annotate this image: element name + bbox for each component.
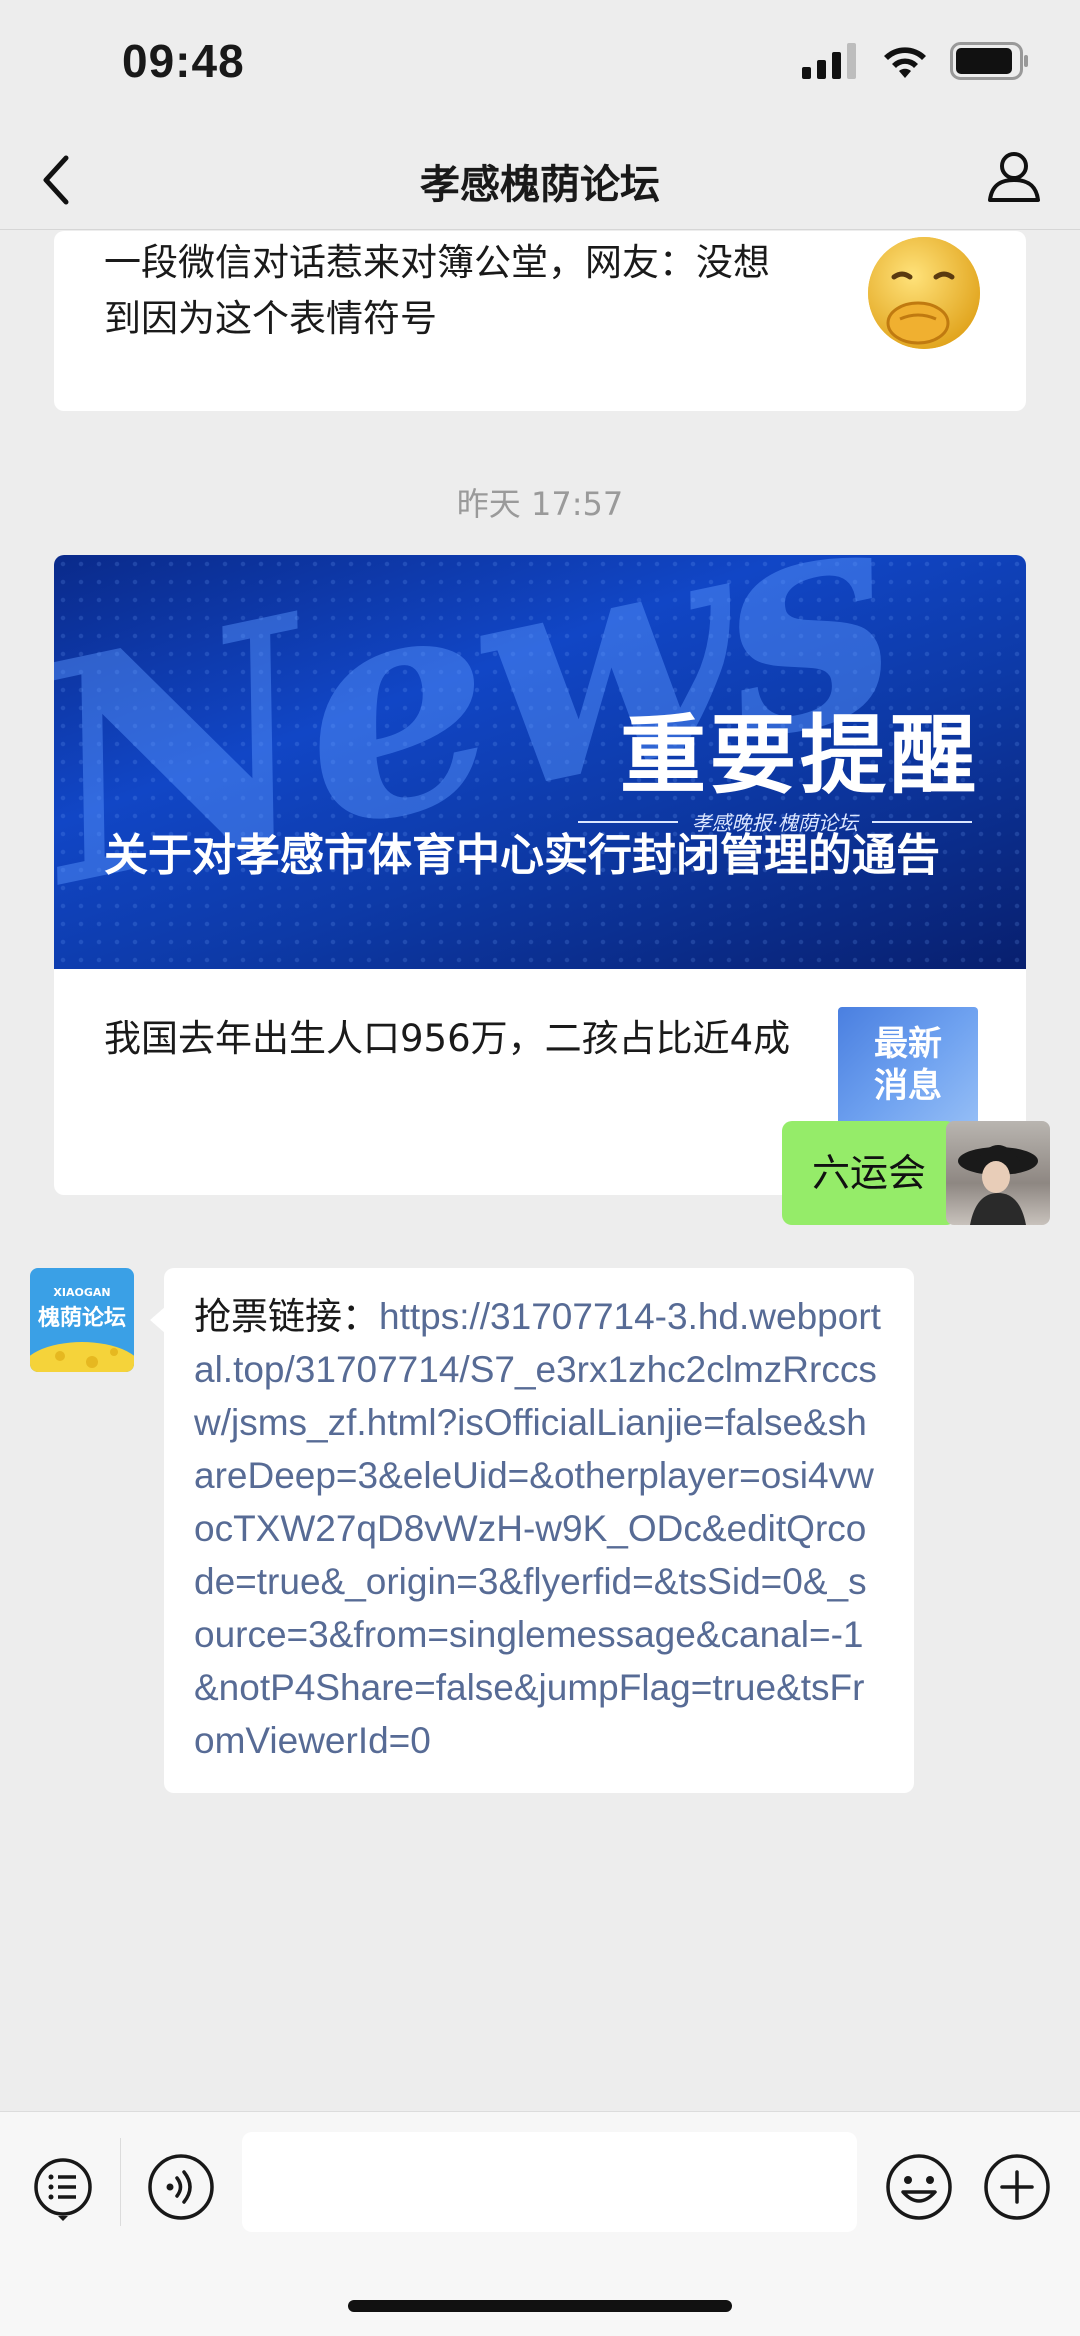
- avatar-top-text: XIAOGAN: [53, 1286, 111, 1299]
- cellular-signal-icon: [802, 43, 856, 79]
- article-headline: 一段微信对话惹来对簿公堂，网友：没想到因为这个表情符号: [104, 241, 770, 340]
- chat-title: 孝感槐荫论坛: [420, 162, 660, 208]
- wifi-icon: [884, 47, 926, 78]
- banner-caption: 关于对孝感市体育中心实行封闭管理的通告: [104, 830, 940, 881]
- thinking-emoji-icon: [868, 237, 980, 349]
- article-card-news[interactable]: News 重要提醒 孝感晚报·槐荫论坛 关于对孝感市体育中心实行封闭管理的通告 …: [54, 555, 1026, 1195]
- profile-icon[interactable]: [984, 146, 1044, 206]
- ticket-link[interactable]: https://31707714-3.hd.webportal.top/3170…: [194, 1296, 881, 1761]
- message-input[interactable]: [242, 2132, 857, 2232]
- official-account-avatar[interactable]: XIAOGAN 槐荫论坛: [30, 1268, 134, 1372]
- thumbnail-label: 最新消息: [874, 1024, 942, 1106]
- avatar-name-text: 槐荫论坛: [37, 1306, 126, 1331]
- status-time: 09:48: [122, 35, 245, 87]
- status-bar: 09:48: [0, 0, 1080, 130]
- divider: [120, 2138, 121, 2226]
- timestamp-yesterday: 昨天 17:57: [456, 485, 624, 523]
- menu-list-icon[interactable]: [28, 2152, 98, 2222]
- outgoing-message-bubble[interactable]: 六运会: [781, 1121, 971, 1225]
- message-prefix: 抢票链接：: [194, 1295, 379, 1338]
- home-indicator[interactable]: [348, 2300, 732, 2312]
- user-avatar-image: [958, 1145, 1038, 1225]
- emoji-icon[interactable]: [884, 2152, 954, 2222]
- incoming-message-bubble[interactable]: 抢票链接：https://31707714-3.hd.webportal.top…: [150, 1268, 914, 1793]
- voice-input-icon[interactable]: [146, 2152, 216, 2222]
- user-avatar[interactable]: [946, 1121, 1050, 1225]
- add-icon[interactable]: [982, 2152, 1052, 2222]
- battery-icon: [950, 42, 1028, 80]
- article-headline: 我国去年出生人口956万，二孩占比近4成: [104, 1017, 791, 1060]
- banner-heading: 重要提醒: [620, 706, 980, 806]
- status-icons: [802, 42, 1030, 80]
- article-card-top[interactable]: 一段微信对话惹来对簿公堂，网友：没想到因为这个表情符号: [54, 231, 1026, 411]
- nav-bar: 孝感槐荫论坛: [0, 130, 1080, 230]
- news-banner[interactable]: News 重要提醒 孝感晚报·槐荫论坛 关于对孝感市体育中心实行封闭管理的通告: [54, 555, 1026, 969]
